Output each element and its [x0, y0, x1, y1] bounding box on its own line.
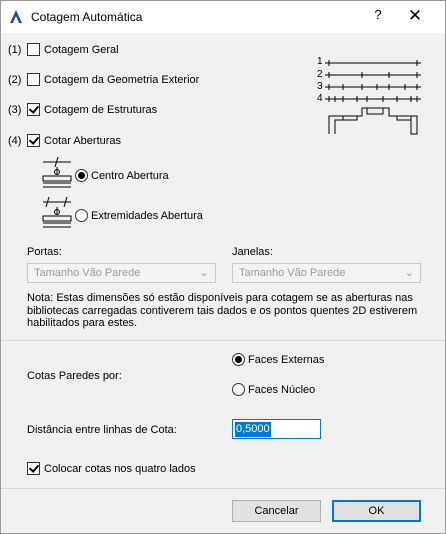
availability-note: Nota: Estas dimensões só estão disponíve… [27, 292, 418, 329]
distance-input-value: 0,5000 [235, 422, 271, 437]
chevron-down-icon: ⌄ [199, 267, 209, 279]
center-opening-label: Centro Abertura [91, 170, 169, 182]
doors-select[interactable]: Tamanho Vão Parede ⌄ [27, 263, 216, 283]
option-2-number: (2) [8, 74, 22, 86]
option-4-number: (4) [8, 135, 22, 147]
structures-checkbox[interactable] [27, 103, 40, 116]
dialog-window: Cotagem Automática ? ✕ (1) Cotagem Geral… [0, 0, 446, 534]
section-divider [1, 340, 445, 341]
preview-diagram-icon [325, 60, 421, 135]
archicad-app-icon [10, 10, 22, 23]
close-button[interactable]: ✕ [403, 5, 427, 27]
distance-label: Distância entre linhas de Cota: [27, 424, 177, 436]
opening-extremities-glyph-icon [42, 197, 72, 228]
four-sides-checkbox[interactable] [27, 462, 40, 475]
openings-checkbox[interactable] [27, 134, 40, 147]
windows-select[interactable]: Tamanho Vão Parede ⌄ [232, 263, 421, 283]
opening-extremities-radio[interactable] [75, 209, 88, 222]
help-button[interactable]: ? [369, 7, 387, 27]
footer-divider [1, 488, 445, 489]
dialog-title: Cotagem Automática [31, 10, 143, 24]
ok-button[interactable]: OK [332, 500, 421, 522]
windows-label: Janelas: [232, 246, 273, 258]
structures-label: Cotagem de Estruturas [44, 104, 158, 116]
title-bar: Cotagem Automática ? ✕ [1, 1, 445, 33]
overall-dimension-label: Cotagem Geral [44, 44, 119, 56]
cancel-button[interactable]: Cancelar [232, 500, 321, 522]
overall-dimension-checkbox[interactable] [27, 43, 40, 56]
core-faces-label: Faces Núcleo [248, 384, 316, 396]
center-opening-glyph-icon [42, 157, 72, 188]
dimension-preview-illustration: 1 2 3 4 [317, 56, 427, 136]
external-faces-label: Faces Externas [248, 354, 325, 366]
distance-input[interactable]: 0,5000 [232, 419, 321, 439]
option-3-number: (3) [8, 104, 22, 116]
windows-select-value: Tamanho Vão Parede [239, 267, 346, 279]
doors-select-value: Tamanho Vão Parede [34, 267, 141, 279]
exterior-geometry-label: Cotagem da Geometria Exterior [44, 74, 200, 86]
chevron-down-icon: ⌄ [404, 267, 414, 279]
walls-dimension-label: Cotas Paredes por: [27, 370, 122, 382]
openings-label: Cotar Aberturas [44, 135, 122, 147]
doors-label: Portas: [27, 246, 62, 258]
external-faces-radio[interactable] [232, 353, 245, 366]
center-opening-radio[interactable] [75, 169, 88, 182]
exterior-geometry-checkbox[interactable] [27, 73, 40, 86]
option-1-number: (1) [8, 44, 22, 56]
four-sides-label: Colocar cotas nos quatro lados [44, 463, 196, 475]
opening-extremities-label: Extremidades Abertura [91, 210, 203, 222]
core-faces-radio[interactable] [232, 383, 245, 396]
